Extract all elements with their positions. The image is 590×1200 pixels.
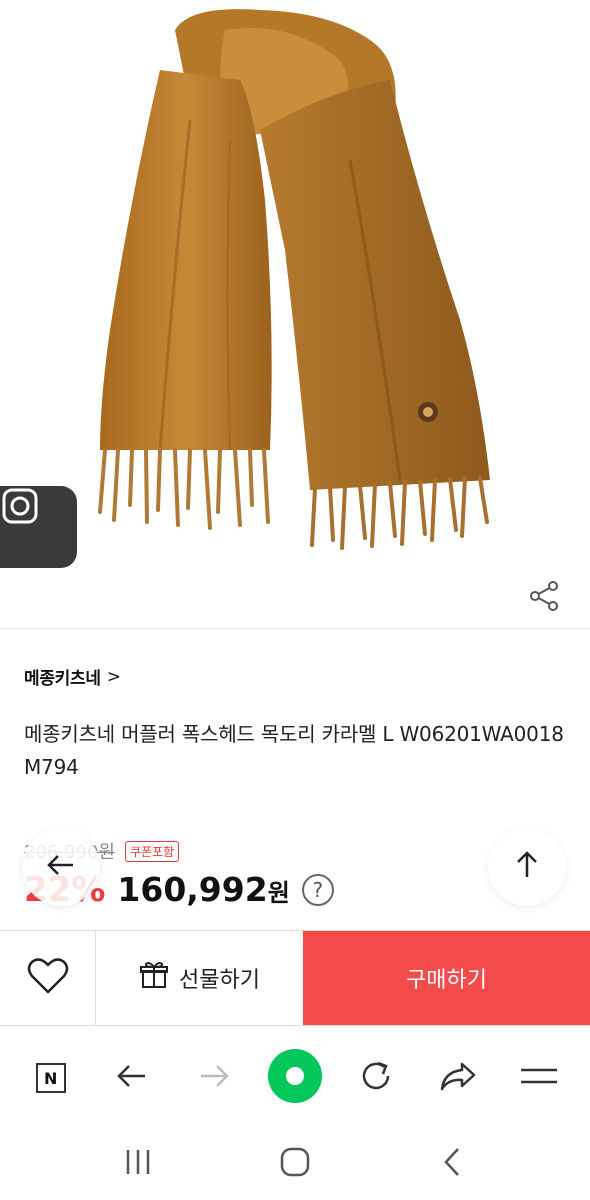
scarf-illustration bbox=[98, 9, 490, 550]
naver-tab-button[interactable]: N bbox=[21, 1048, 81, 1108]
recent-apps-button[interactable] bbox=[108, 1139, 168, 1189]
divider bbox=[0, 628, 590, 629]
browser-back-button[interactable] bbox=[102, 1048, 162, 1108]
share-button[interactable] bbox=[526, 578, 566, 618]
back-icon bbox=[440, 1146, 464, 1182]
home-icon bbox=[279, 1146, 311, 1182]
brand-link[interactable]: 메종키츠네 > bbox=[24, 664, 121, 690]
coupon-badge: 쿠폰포함 bbox=[125, 840, 180, 862]
browser-toolbar: N bbox=[0, 1028, 590, 1128]
scroll-top-button[interactable] bbox=[488, 828, 566, 906]
gift-icon bbox=[139, 960, 169, 996]
heart-icon bbox=[26, 956, 70, 1000]
lens-search-button[interactable] bbox=[0, 486, 77, 568]
purchase-action-bar: 선물하기 구매하기 bbox=[0, 930, 590, 1026]
recent-apps-icon bbox=[122, 1147, 154, 1181]
price-help-icon[interactable]: ? bbox=[301, 874, 334, 906]
product-title: 메종키츠네 머플러 폭스헤드 목도리 카라멜 L W06201WA0018 M7… bbox=[24, 722, 564, 779]
product-image[interactable] bbox=[0, 0, 590, 628]
forward-arrow-icon bbox=[196, 1058, 232, 1098]
currency: 원 bbox=[267, 879, 290, 907]
browser-forward-button[interactable] bbox=[184, 1048, 244, 1108]
home-green-icon bbox=[267, 1048, 323, 1108]
gift-label: 선물하기 bbox=[179, 968, 260, 993]
browser-refresh-button[interactable] bbox=[346, 1048, 406, 1108]
buy-button[interactable]: 구매하기 bbox=[303, 931, 590, 1025]
back-arrow-icon bbox=[114, 1058, 150, 1098]
browser-menu-button[interactable] bbox=[509, 1048, 569, 1108]
final-price: 160,992원 bbox=[117, 870, 289, 909]
chevron-right-icon: > bbox=[106, 666, 121, 687]
arrow-left-icon bbox=[43, 847, 79, 887]
system-navigation-bar bbox=[0, 1128, 590, 1200]
share-arrow-icon bbox=[438, 1058, 478, 1098]
system-home-button[interactable] bbox=[265, 1139, 325, 1189]
refresh-icon bbox=[358, 1058, 394, 1098]
system-back-button[interactable] bbox=[422, 1139, 482, 1189]
back-float-button[interactable] bbox=[22, 828, 100, 906]
wishlist-button[interactable] bbox=[0, 931, 96, 1025]
arrow-up-icon bbox=[509, 847, 545, 887]
browser-home-button[interactable] bbox=[265, 1048, 325, 1108]
menu-icon bbox=[519, 1061, 559, 1095]
gift-button[interactable]: 선물하기 bbox=[96, 931, 303, 1025]
browser-share-button[interactable] bbox=[428, 1048, 488, 1108]
final-price-value: 160,992 bbox=[117, 870, 268, 909]
naver-n-icon: N bbox=[35, 1063, 66, 1093]
brand-name: 메종키츠네 bbox=[24, 669, 101, 689]
